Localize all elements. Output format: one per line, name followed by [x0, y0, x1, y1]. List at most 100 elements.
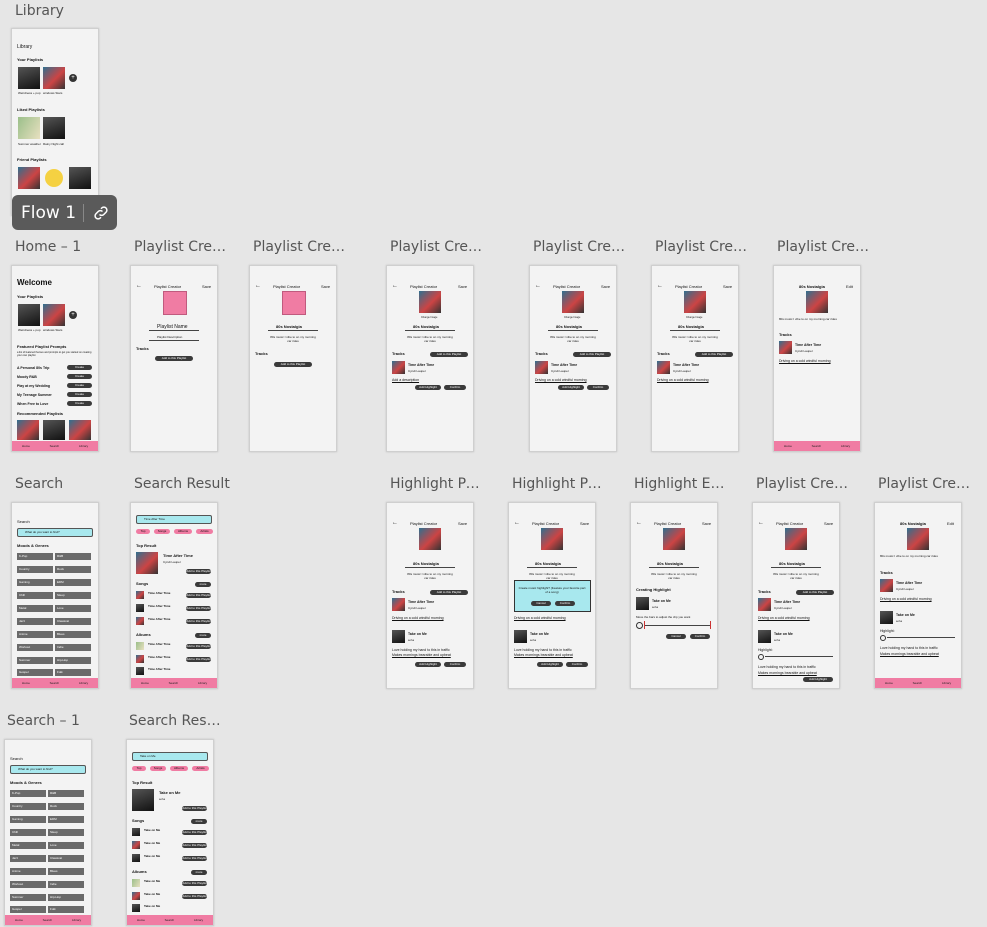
- playlist-description[interactable]: 80s music I vibe to on my morning car ri…: [405, 335, 455, 343]
- genre-tile[interactable]: R&B: [48, 790, 84, 797]
- create-button[interactable]: Create: [67, 401, 92, 406]
- genre-tile[interactable]: Blues: [48, 868, 84, 875]
- add-to-playlist-button[interactable]: Add to this Playlist: [274, 362, 312, 367]
- playlist-name[interactable]: 80s Nostalgia: [535, 561, 561, 566]
- back-arrow-icon[interactable]: ←: [636, 520, 642, 526]
- track-title[interactable]: Take on Me: [530, 632, 549, 636]
- create-button[interactable]: Create: [67, 365, 92, 370]
- nav-library[interactable]: Library: [942, 681, 951, 685]
- highlight-track[interactable]: [887, 637, 955, 638]
- playlist-cover[interactable]: [43, 304, 65, 326]
- track-annotation[interactable]: Love holding my hand to this in traffic: [758, 665, 816, 669]
- add-to-playlist-button[interactable]: Add to this Playlist: [182, 843, 207, 848]
- album-title[interactable]: Take on Me: [144, 892, 160, 896]
- track-annotation[interactable]: Driving on a cold windful morning: [392, 616, 444, 620]
- add-to-playlist-button[interactable]: Add to this Playlist: [186, 593, 211, 598]
- genre-tile[interactable]: R&B: [55, 553, 91, 560]
- track-annotation[interactable]: Makes mornings bearable and upbeat: [514, 653, 573, 657]
- filter-chip[interactable]: Top: [132, 766, 146, 771]
- edit-button[interactable]: Edit: [846, 284, 853, 289]
- filter-chip[interactable]: Songs: [150, 766, 166, 771]
- home-frame[interactable]: Welcome Your Playlists + Weirdness + pop…: [11, 265, 99, 452]
- add-playlist-icon[interactable]: +: [69, 74, 77, 82]
- playlist-description[interactable]: 80s music I vibe to on my morning car ri…: [649, 572, 699, 580]
- nav-search[interactable]: Search: [50, 681, 60, 685]
- playlist-description[interactable]: 80s music I vibe to on my morning car ri…: [405, 572, 455, 580]
- genre-tile[interactable]: Anime: [17, 631, 53, 638]
- frame-label-playlist-creator[interactable]: Playlist Crea...: [134, 239, 229, 255]
- genre-tile[interactable]: Indie: [48, 881, 84, 888]
- playlist-name[interactable]: 80s Nostalgia: [678, 324, 704, 329]
- playlist-view-frame[interactable]: 80s Nostalgia Edit 80s music I vibe to o…: [773, 265, 861, 452]
- genre-tile[interactable]: Metal: [17, 605, 53, 612]
- search-result-frame[interactable]: Take on Me Top Songs Albums Artists Top …: [126, 739, 214, 926]
- playlist-cover[interactable]: [541, 528, 563, 550]
- playlist-creator-frame[interactable]: ← Playlist Creator Save 80s Nostalgia 80…: [752, 502, 840, 689]
- add-to-playlist-button[interactable]: Add to this Playlist: [430, 590, 468, 595]
- playlist-cover[interactable]: [684, 291, 706, 313]
- genre-tile[interactable]: Chill: [10, 829, 46, 836]
- genre-tile[interactable]: Summer: [17, 657, 53, 664]
- play-icon[interactable]: [758, 654, 764, 660]
- playlist-creator-frame[interactable]: ← Playlist Creator Save 80s Nostalgia 80…: [249, 265, 337, 452]
- add-highlight-button[interactable]: Add Highlight: [537, 662, 563, 667]
- add-to-playlist-button[interactable]: Add to this Playlist: [182, 856, 207, 861]
- back-arrow-icon[interactable]: ←: [758, 520, 764, 526]
- nav-search[interactable]: Search: [169, 681, 179, 685]
- search-result-frame[interactable]: Time After Time Top Songs Albums Artists…: [130, 502, 218, 689]
- add-highlight-button[interactable]: Add Highlight: [415, 385, 441, 390]
- back-arrow-icon[interactable]: ←: [255, 283, 261, 289]
- playlist-name[interactable]: 80s Nostalgia: [276, 324, 302, 329]
- nav-search[interactable]: Search: [165, 918, 175, 922]
- playlist-description[interactable]: 80s music I vibe to on my morning car ri…: [670, 335, 720, 343]
- save-button[interactable]: Save: [580, 521, 589, 526]
- playlist-cover[interactable]: [17, 420, 39, 440]
- song-title[interactable]: Take on Me: [144, 841, 160, 845]
- track-title[interactable]: Time After Time: [673, 363, 699, 367]
- add-to-playlist-button[interactable]: Add to this Playlist: [186, 619, 211, 624]
- add-highlight-button[interactable]: Add Highlight: [803, 677, 833, 682]
- frame-label-highlight-popup[interactable]: Highlight Po...: [390, 476, 485, 492]
- playlist-cover[interactable]: [18, 67, 40, 89]
- more-button[interactable]: more: [191, 870, 207, 875]
- track-annotation[interactable]: Makes mornings bearable and upbeat: [392, 653, 451, 657]
- highlight-editor-frame[interactable]: ← Playlist Creator Save 80s Nostalgia 80…: [630, 502, 718, 689]
- playlist-description-field[interactable]: Playlist Description: [157, 335, 182, 339]
- nav-home[interactable]: Home: [15, 918, 23, 922]
- playlist-name[interactable]: 80s Nostalgia: [413, 324, 439, 329]
- playlist-description[interactable]: 80s music I vibe to on my morning car ri…: [771, 572, 821, 580]
- frame-label-search[interactable]: Search: [15, 476, 63, 492]
- add-highlight-button[interactable]: Add Highlight: [415, 662, 441, 667]
- save-button[interactable]: Save: [458, 521, 467, 526]
- more-button[interactable]: more: [195, 633, 211, 638]
- library-frame[interactable]: Library Your Playlists + Weirdness + pop…: [11, 28, 99, 216]
- back-arrow-icon[interactable]: ←: [514, 520, 520, 526]
- genre-tile[interactable]: Love: [48, 842, 84, 849]
- playlist-name[interactable]: 80s Nostalgia: [779, 561, 805, 566]
- nav-library[interactable]: Library: [72, 918, 81, 922]
- highlight-slider-track[interactable]: [644, 625, 711, 626]
- back-arrow-icon[interactable]: ←: [392, 283, 398, 289]
- playlist-creator-frame[interactable]: ← Playlist Creator Save Change Image 80s…: [529, 265, 617, 452]
- nav-home[interactable]: Home: [137, 918, 145, 922]
- playlist-cover[interactable]: [69, 420, 91, 440]
- change-image-link[interactable]: Change Image: [564, 316, 580, 319]
- edit-button[interactable]: Edit: [947, 521, 954, 526]
- nav-search[interactable]: Search: [812, 444, 822, 448]
- genre-tile[interactable]: Blues: [55, 631, 91, 638]
- search-frame[interactable]: Search What do you want to find? Moods &…: [11, 502, 99, 689]
- genre-tile[interactable]: Folk: [55, 669, 91, 676]
- genre-tile[interactable]: Rock: [48, 803, 84, 810]
- track-title[interactable]: Time After Time: [408, 363, 434, 367]
- frame-label-playlist-creator[interactable]: Playlist Crea...: [390, 239, 485, 255]
- frame-label-search-1[interactable]: Search – 1: [7, 713, 80, 729]
- filter-chip[interactable]: Artists: [192, 766, 209, 771]
- playlist-cover[interactable]: [785, 528, 807, 550]
- search-input[interactable]: Take on Me: [132, 752, 208, 761]
- playlist-cover[interactable]: [43, 117, 65, 139]
- playlist-cover[interactable]: [43, 67, 65, 89]
- track-annotation[interactable]: Add a description: [392, 378, 419, 382]
- album-title[interactable]: Take on Me: [144, 904, 160, 908]
- playlist-name[interactable]: 80s Nostalgia: [657, 561, 683, 566]
- genre-tile[interactable]: Love: [55, 605, 91, 612]
